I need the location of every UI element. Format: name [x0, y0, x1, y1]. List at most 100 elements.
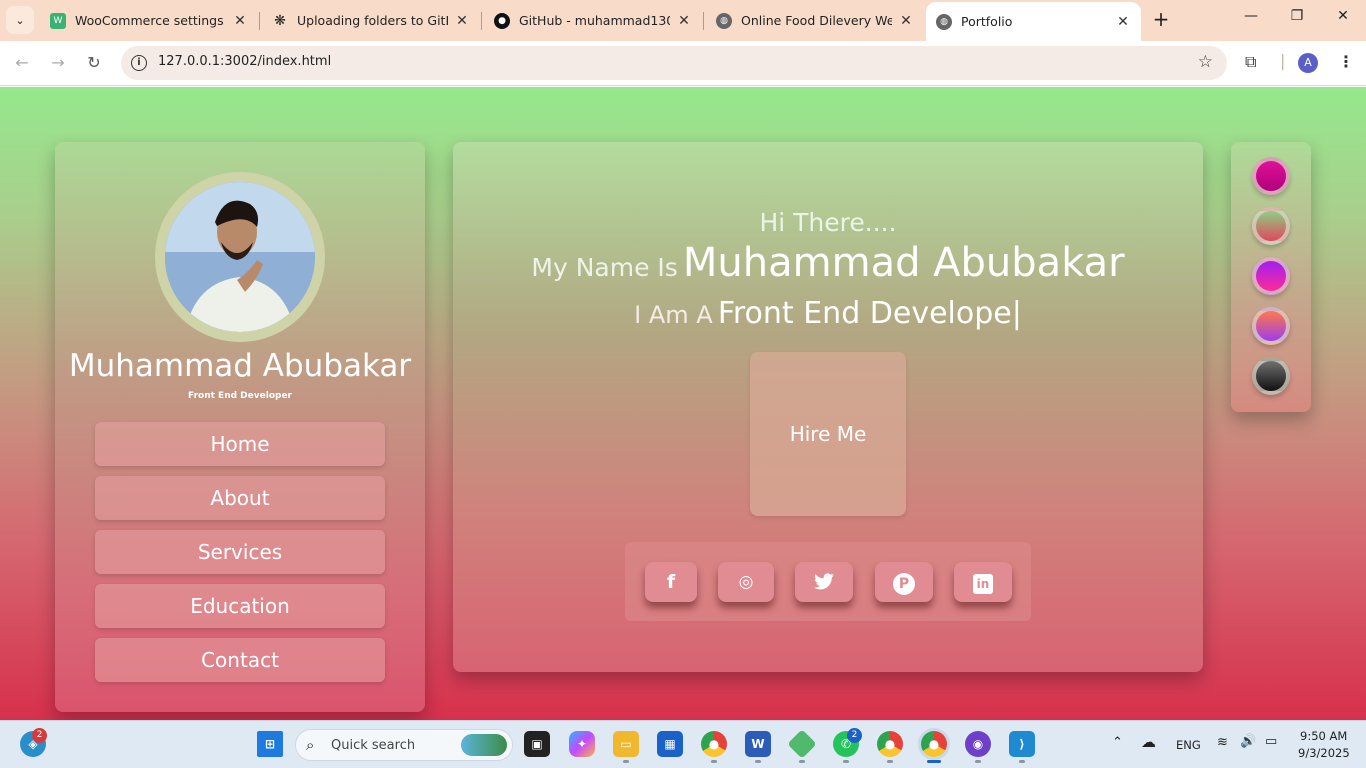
- chatgpt-icon: ❋: [274, 12, 286, 29]
- running-indicator: [887, 760, 893, 763]
- chrome-active-icon[interactable]: ●: [921, 731, 947, 757]
- site-info-icon[interactable]: i: [131, 55, 147, 71]
- person-portrait-icon: [165, 182, 315, 332]
- running-indicator: [1019, 760, 1025, 763]
- microsoft-store-icon[interactable]: ▦: [657, 731, 683, 757]
- theme-swatch-black[interactable]: [1252, 357, 1290, 395]
- hero-role-typed: Front End Develope|: [717, 296, 1022, 331]
- close-icon[interactable]: ✕: [898, 13, 914, 29]
- bookmark-star-icon[interactable]: ☆: [1198, 52, 1213, 72]
- search-placeholder: Quick search: [331, 738, 416, 753]
- theme-swatch-magenta[interactable]: [1252, 157, 1290, 195]
- extensions-icon[interactable]: ⧉: [1245, 52, 1256, 72]
- close-icon[interactable]: ✕: [1115, 14, 1131, 30]
- twitter-bird-icon: [814, 573, 834, 590]
- taskbar-search[interactable]: ⌕ Quick search: [295, 729, 513, 761]
- widgets-badge: 2: [32, 728, 47, 743]
- portfolio-page: Muhammad Abubakar Front End Developer Ho…: [0, 87, 1366, 720]
- nav-education-button[interactable]: Education: [95, 584, 385, 628]
- tab-search-button[interactable]: ⌄: [6, 6, 34, 34]
- toolbar-divider: |: [1280, 51, 1286, 70]
- tab-separator: [481, 12, 482, 30]
- file-explorer-icon[interactable]: ▭: [613, 731, 639, 757]
- chrome-icon[interactable]: ●: [701, 731, 727, 757]
- running-indicator: [623, 760, 629, 763]
- minimize-button[interactable]: —: [1228, 8, 1274, 24]
- theme-swatch-purple-pink[interactable]: [1252, 257, 1290, 295]
- search-highlight-image: [461, 734, 507, 756]
- hero-card: Hi There.... My Name Is Muhammad Abubaka…: [453, 142, 1203, 672]
- tab-separator: [259, 12, 260, 30]
- more-menu-icon[interactable]: ⋮: [1338, 52, 1354, 71]
- forward-button[interactable]: →: [46, 52, 70, 76]
- globe-icon: ◍: [936, 13, 952, 30]
- tab-uploading-folders[interactable]: ❋ Uploading folders to GitHub ✕: [262, 4, 480, 37]
- onedrive-icon[interactable]: ☁: [1141, 733, 1156, 751]
- task-view-icon[interactable]: ▣: [524, 731, 550, 757]
- hire-me-button[interactable]: Hire Me: [750, 352, 906, 516]
- close-window-button[interactable]: ✕: [1320, 8, 1366, 24]
- pinterest-icon[interactable]: P: [875, 562, 933, 602]
- clock-date[interactable]: 9/3/2025: [1298, 746, 1350, 760]
- nav-services-button[interactable]: Services: [95, 530, 385, 574]
- address-bar[interactable]: i 127.0.0.1:3002/index.html ☆: [121, 46, 1227, 80]
- globe-icon: ◍: [716, 12, 732, 29]
- reload-button[interactable]: ↻: [82, 52, 106, 76]
- language-indicator[interactable]: ENG: [1176, 738, 1201, 752]
- chevron-up-icon[interactable]: ⌃: [1112, 735, 1123, 750]
- tab-separator: [703, 12, 704, 30]
- theme-swatch-green-red[interactable]: [1252, 207, 1290, 245]
- running-indicator: [711, 760, 717, 763]
- profile-role: Front End Developer: [188, 391, 292, 401]
- copilot-icon[interactable]: ✦: [569, 731, 595, 757]
- url-text[interactable]: 127.0.0.1:3002/index.html: [158, 54, 331, 69]
- tab-woocommerce[interactable]: W WooCommerce settings ‹ W ✕: [40, 4, 258, 37]
- theme-picker: [1231, 142, 1311, 412]
- tab-title: GitHub - muhammad13034/: [519, 13, 670, 28]
- wifi-icon[interactable]: ≋: [1217, 735, 1228, 750]
- hero-greeting: Hi There....: [759, 208, 897, 237]
- close-icon[interactable]: ✕: [454, 13, 470, 29]
- pinterest-glyph: P: [893, 573, 915, 595]
- linkedin-icon[interactable]: in: [954, 562, 1012, 602]
- back-button[interactable]: ←: [10, 52, 34, 76]
- start-icon[interactable]: ⊞: [257, 731, 283, 757]
- battery-icon[interactable]: ▭: [1265, 734, 1277, 749]
- tab-title: Online Food Dilevery Websit: [741, 13, 892, 28]
- profile-avatar[interactable]: A: [1298, 53, 1318, 73]
- profile-photo: [165, 182, 315, 332]
- restore-button[interactable]: ❐: [1274, 8, 1320, 24]
- app-diamond-icon[interactable]: [787, 729, 817, 759]
- woocommerce-icon: W: [50, 12, 66, 29]
- hero-name-prefix: My Name Is: [531, 253, 678, 282]
- instagram-icon[interactable]: ◎: [718, 562, 774, 602]
- nav-contact-button[interactable]: Contact: [95, 638, 385, 682]
- whatsapp-badge: 2: [847, 728, 862, 743]
- running-indicator: [755, 760, 761, 763]
- volume-icon[interactable]: 🔊: [1240, 734, 1256, 749]
- github-desktop-icon[interactable]: ◉: [965, 731, 991, 757]
- nav-about-button[interactable]: About: [95, 476, 385, 520]
- tab-github[interactable]: ● GitHub - muhammad13034/ ✕: [484, 4, 702, 37]
- close-icon[interactable]: ✕: [232, 13, 248, 29]
- tab-title: WooCommerce settings ‹ W: [75, 13, 226, 28]
- windows-taskbar: ◈ 2 ⊞ ⌕ Quick search ▣ ✦ ▭ ▦ ● W ✆ 2 ● ●…: [0, 720, 1366, 768]
- hero-role-line: I Am A Front End Develope|: [453, 296, 1203, 331]
- nav-home-button[interactable]: Home: [95, 422, 385, 466]
- vscode-icon[interactable]: ⟩: [1009, 731, 1035, 757]
- clock-time[interactable]: 9:50 AM: [1300, 729, 1347, 743]
- running-indicator: [843, 760, 849, 763]
- tab-title: Portfolio: [961, 14, 1013, 29]
- word-icon[interactable]: W: [745, 731, 771, 757]
- tab-portfolio[interactable]: ◍ Portfolio ✕: [926, 2, 1141, 41]
- github-icon: ●: [494, 12, 510, 29]
- tab-food-delivery[interactable]: ◍ Online Food Dilevery Websit ✕: [706, 4, 924, 37]
- new-tab-button[interactable]: +: [1150, 8, 1172, 30]
- tab-title: Uploading folders to GitHub: [297, 13, 448, 28]
- twitter-icon[interactable]: [795, 562, 853, 602]
- theme-swatch-orange-purple[interactable]: [1252, 307, 1290, 345]
- running-indicator: [975, 760, 981, 763]
- facebook-icon[interactable]: f: [645, 562, 697, 602]
- close-icon[interactable]: ✕: [676, 13, 692, 29]
- chrome-profile-icon[interactable]: ●: [877, 731, 903, 757]
